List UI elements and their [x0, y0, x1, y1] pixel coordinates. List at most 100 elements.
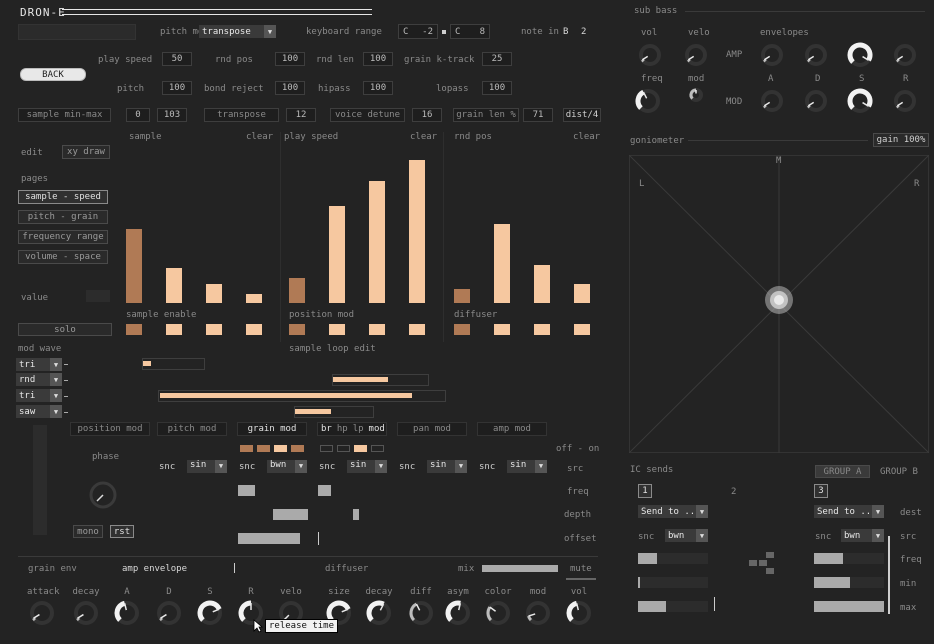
sub-vol-knob[interactable]	[638, 43, 662, 67]
send-to-dropdown-1[interactable]: Send to .. ▼	[638, 505, 708, 518]
rst-button[interactable]: rst	[110, 525, 134, 538]
sub-mod-r-knob[interactable]	[893, 89, 917, 113]
mod-wave-3-dropdown[interactable]: tri ▼	[16, 389, 62, 402]
rnd-len-value[interactable]: 100	[363, 52, 393, 66]
knob-s[interactable]	[197, 600, 223, 626]
enable-toggle[interactable]	[409, 324, 425, 335]
knob-attack[interactable]	[29, 600, 55, 626]
knob-vol[interactable]	[566, 600, 592, 626]
ic-src-dropdown-1[interactable]: bwn ▼	[665, 529, 708, 542]
enable-toggle[interactable]	[329, 324, 345, 335]
loop-region-fill[interactable]	[333, 377, 388, 382]
knob-decay[interactable]	[73, 600, 99, 626]
filter-lp-label[interactable]: lp	[353, 424, 364, 434]
bond-reject-value[interactable]: 100	[275, 81, 305, 95]
ic-channel-1[interactable]: 1	[638, 484, 652, 498]
grain-ktrack-value[interactable]: 25	[482, 52, 512, 66]
loop-region-fill[interactable]	[295, 409, 331, 414]
enable-toggle[interactable]	[534, 324, 550, 335]
kr-high-field[interactable]: C8	[450, 24, 490, 39]
mod-fader-track[interactable]	[33, 425, 47, 535]
filter-mod-depth-bar[interactable]	[353, 509, 359, 520]
filter-mod-freq-bar[interactable]	[318, 485, 331, 496]
grain-mod-offset-bar[interactable]	[238, 533, 300, 544]
mod-src-dropdown[interactable]: sin ▼	[507, 460, 547, 473]
knob-decay[interactable]	[366, 600, 392, 626]
enable-toggle[interactable]	[289, 324, 305, 335]
pitch-value[interactable]: 100	[162, 81, 192, 95]
mod-wave-4-dropdown[interactable]: saw ▼	[16, 405, 62, 418]
xy-draw-button[interactable]: xy draw	[62, 145, 110, 159]
sequencer-bar[interactable]	[246, 294, 262, 303]
knob-d[interactable]	[156, 600, 182, 626]
seq-clear-2[interactable]: clear	[410, 132, 437, 142]
grain-mod-toggle-3[interactable]	[274, 445, 287, 452]
pitch-mode-dropdown[interactable]: transpose ▼	[199, 25, 276, 38]
transpose-value[interactable]: 12	[286, 108, 316, 122]
sequencer-bar[interactable]	[329, 206, 345, 303]
grain-mod-freq-bar[interactable]	[238, 485, 255, 496]
sub-mod-a-knob[interactable]	[760, 89, 784, 113]
knob-asym[interactable]	[445, 600, 471, 626]
sequencer-bar[interactable]	[454, 289, 470, 303]
grain-mod-toggle-1[interactable]	[240, 445, 253, 452]
sequencer-bar[interactable]	[289, 278, 305, 303]
loop-region-fill[interactable]	[143, 361, 151, 366]
sub-freq-knob[interactable]	[635, 88, 661, 114]
lopass-value[interactable]: 100	[482, 81, 512, 95]
kr-low-field[interactable]: C -2	[398, 24, 438, 39]
mod-src-dropdown[interactable]: bwn ▼	[267, 460, 307, 473]
loop-region-frame[interactable]	[142, 358, 205, 370]
sequencer-bar[interactable]	[126, 229, 142, 303]
ic1-min-slider[interactable]	[638, 577, 708, 588]
preset-name-field[interactable]	[18, 24, 136, 40]
sequencer-bar[interactable]	[574, 284, 590, 303]
filter-mod-toggle-1[interactable]	[320, 445, 333, 452]
page-button-pitch-grain[interactable]: pitch - grain	[18, 210, 108, 224]
grain-len-value[interactable]: 71	[523, 108, 553, 122]
mod-wave-1-dropdown[interactable]: tri ▼	[16, 358, 62, 371]
sub-amp-d-knob[interactable]	[804, 43, 828, 67]
hipass-value[interactable]: 100	[363, 81, 393, 95]
mono-button[interactable]: mono	[73, 525, 103, 538]
ic1-max-slider[interactable]	[638, 601, 708, 612]
mute-button[interactable]: mute	[570, 564, 592, 574]
knob-mod[interactable]	[525, 600, 551, 626]
sub-velo-knob[interactable]	[684, 43, 708, 67]
enable-toggle[interactable]	[574, 324, 590, 335]
filter-br-label[interactable]: br	[321, 424, 332, 434]
play-speed-value[interactable]: 50	[162, 52, 192, 66]
ic-channel-3[interactable]: 3	[814, 484, 828, 498]
mod-src-dropdown[interactable]: sin ▼	[427, 460, 467, 473]
solo-button[interactable]: solo	[18, 323, 112, 336]
ic3-max-slider[interactable]	[814, 601, 884, 612]
sub-amp-s-knob[interactable]	[847, 42, 873, 68]
sample-min-value[interactable]: 0	[126, 108, 150, 122]
sub-mod-d-knob[interactable]	[804, 89, 828, 113]
knob-a[interactable]	[114, 600, 140, 626]
sequencer-bar[interactable]	[369, 181, 385, 303]
filter-mod-offset-mark[interactable]	[318, 532, 319, 545]
enable-toggle[interactable]	[369, 324, 385, 335]
page-button-sample-speed[interactable]: sample - speed	[18, 190, 108, 204]
back-button[interactable]: BACK	[20, 68, 86, 81]
mod-wave-2-dropdown[interactable]: rnd ▼	[16, 373, 62, 386]
enable-toggle[interactable]	[126, 324, 142, 335]
page-button-volume-space[interactable]: volume - space	[18, 250, 108, 264]
filter-mod-toggle-2[interactable]	[337, 445, 350, 452]
mix-slider[interactable]	[482, 565, 558, 572]
sequencer-bar[interactable]	[206, 284, 222, 303]
sequencer-bar[interactable]	[409, 160, 425, 303]
knob-diff[interactable]	[408, 600, 434, 626]
phase-knob[interactable]	[86, 478, 120, 512]
sample-max-value[interactable]: 103	[157, 108, 187, 122]
grain-mod-toggle-4[interactable]	[291, 445, 304, 452]
ic-channel-2[interactable]: 2	[731, 487, 736, 497]
group-b-tab[interactable]: GROUP B	[880, 467, 918, 477]
send-to-dropdown-3[interactable]: Send to .. ▼	[814, 505, 884, 518]
page-button-frequency-range[interactable]: frequency range	[18, 230, 108, 244]
ic3-freq-slider[interactable]	[814, 553, 884, 564]
seq-clear-3[interactable]: clear	[573, 132, 600, 142]
filter-hp-label[interactable]: hp	[337, 424, 348, 434]
enable-toggle[interactable]	[494, 324, 510, 335]
